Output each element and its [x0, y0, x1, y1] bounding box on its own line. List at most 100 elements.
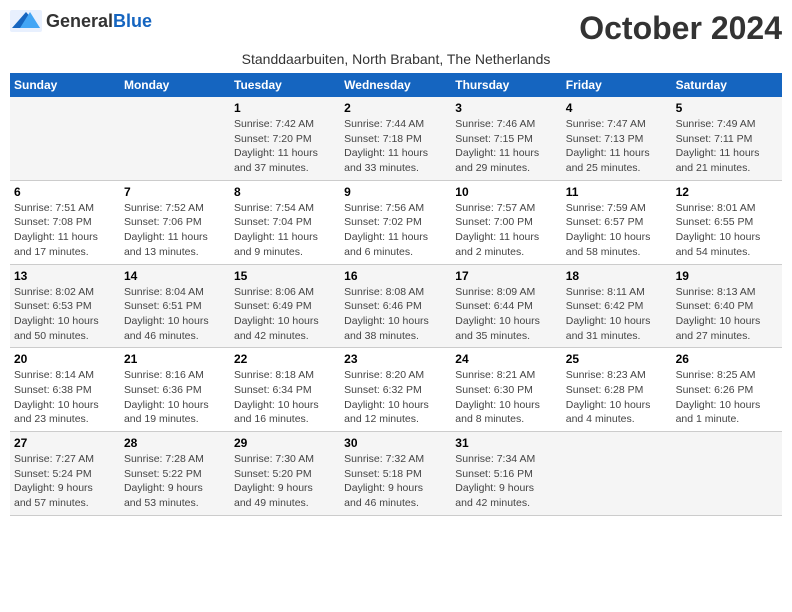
day-info: Sunrise: 7:28 AM Sunset: 5:22 PM Dayligh… [124, 452, 226, 511]
day-number: 9 [344, 185, 447, 199]
day-number: 21 [124, 352, 226, 366]
calendar-cell: 16Sunrise: 8:08 AM Sunset: 6:46 PM Dayli… [340, 264, 451, 348]
day-number: 11 [566, 185, 668, 199]
calendar-cell: 28 Sunrise: 7:28 AM Sunset: 5:22 PM Dayli… [120, 432, 230, 516]
calendar-cell: 21Sunrise: 8:16 AM Sunset: 6:36 PM Dayli… [120, 348, 230, 432]
day-number: 1 [234, 101, 336, 115]
calendar-cell: 11 Sunrise: 7:59 AM Sunset: 6:57 PM Dayli… [562, 180, 672, 264]
calendar-body: 1Sunrise: 7:42 AM Sunset: 7:20 PM Daylig… [10, 97, 782, 515]
calendar-cell: 5Sunrise: 7:49 AM Sunset: 7:11 PM Daylig… [672, 97, 782, 180]
weekday-header-saturday: Saturday [672, 73, 782, 97]
calendar-cell: 6 Sunrise: 7:51 AM Sunset: 7:08 PM Daylig… [10, 180, 120, 264]
day-info: Sunrise: 8:18 AM Sunset: 6:34 PM Dayligh… [234, 368, 336, 427]
calendar-week-1: 1Sunrise: 7:42 AM Sunset: 7:20 PM Daylig… [10, 97, 782, 180]
weekday-header-friday: Friday [562, 73, 672, 97]
weekday-header-wednesday: Wednesday [340, 73, 451, 97]
calendar-cell [672, 432, 782, 516]
day-info: Sunrise: 7:47 AM Sunset: 7:13 PM Dayligh… [566, 117, 668, 176]
calendar-cell [562, 432, 672, 516]
day-number: 23 [344, 352, 447, 366]
day-info: Sunrise: 7:54 AM Sunset: 7:04 PM Dayligh… [234, 201, 336, 260]
day-info: Sunrise: 7:27 AM Sunset: 5:24 PM Dayligh… [14, 452, 116, 511]
calendar-cell: 29 Sunrise: 7:30 AM Sunset: 5:20 PM Dayli… [230, 432, 340, 516]
day-number: 3 [455, 101, 557, 115]
day-info: Sunrise: 8:23 AM Sunset: 6:28 PM Dayligh… [566, 368, 668, 427]
calendar-header: SundayMondayTuesdayWednesdayThursdayFrid… [10, 73, 782, 97]
calendar-week-2: 6 Sunrise: 7:51 AM Sunset: 7:08 PM Daylig… [10, 180, 782, 264]
logo-blue-text: Blue [113, 11, 152, 31]
day-info: Sunrise: 8:21 AM Sunset: 6:30 PM Dayligh… [455, 368, 557, 427]
calendar-cell: 31 Sunrise: 7:34 AM Sunset: 5:16 PM Dayli… [451, 432, 561, 516]
calendar-cell: 9 Sunrise: 7:56 AM Sunset: 7:02 PM Daylig… [340, 180, 451, 264]
calendar-cell: 20 Sunrise: 8:14 AM Sunset: 6:38 PM Dayli… [10, 348, 120, 432]
calendar-cell: 12 Sunrise: 8:01 AM Sunset: 6:55 PM Dayli… [672, 180, 782, 264]
calendar-cell: 7 Sunrise: 7:52 AM Sunset: 7:06 PM Daylig… [120, 180, 230, 264]
day-info: Sunrise: 7:44 AM Sunset: 7:18 PM Dayligh… [344, 117, 447, 176]
day-info: Sunrise: 7:34 AM Sunset: 5:16 PM Dayligh… [455, 452, 557, 511]
calendar-cell [10, 97, 120, 180]
calendar-cell: 25 Sunrise: 8:23 AM Sunset: 6:28 PM Dayli… [562, 348, 672, 432]
day-info: Sunrise: 8:09 AM Sunset: 6:44 PM Dayligh… [455, 285, 557, 344]
calendar-cell: 27 Sunrise: 7:27 AM Sunset: 5:24 PM Dayli… [10, 432, 120, 516]
calendar-cell: 26Sunrise: 8:25 AM Sunset: 6:26 PM Dayli… [672, 348, 782, 432]
day-number: 24 [455, 352, 557, 366]
day-number: 7 [124, 185, 226, 199]
day-number: 31 [455, 436, 557, 450]
day-number: 27 [14, 436, 116, 450]
day-info: Sunrise: 7:46 AM Sunset: 7:15 PM Dayligh… [455, 117, 557, 176]
header-row: SundayMondayTuesdayWednesdayThursdayFrid… [10, 73, 782, 97]
day-info: Sunrise: 7:30 AM Sunset: 5:20 PM Dayligh… [234, 452, 336, 511]
calendar-table: SundayMondayTuesdayWednesdayThursdayFrid… [10, 73, 782, 516]
subtitle: Standdaarbuiten, North Brabant, The Neth… [10, 51, 782, 67]
day-number: 2 [344, 101, 447, 115]
calendar-cell: 23 Sunrise: 8:20 AM Sunset: 6:32 PM Dayli… [340, 348, 451, 432]
day-info: Sunrise: 7:59 AM Sunset: 6:57 PM Dayligh… [566, 201, 668, 260]
calendar-cell: 13 Sunrise: 8:02 AM Sunset: 6:53 PM Dayli… [10, 264, 120, 348]
day-info: Sunrise: 8:20 AM Sunset: 6:32 PM Dayligh… [344, 368, 447, 427]
day-info: Sunrise: 7:57 AM Sunset: 7:00 PM Dayligh… [455, 201, 557, 260]
day-number: 29 [234, 436, 336, 450]
day-info: Sunrise: 8:06 AM Sunset: 6:49 PM Dayligh… [234, 285, 336, 344]
month-title: October 2024 [579, 10, 782, 47]
day-number: 26 [676, 352, 778, 366]
weekday-header-thursday: Thursday [451, 73, 561, 97]
day-info: Sunrise: 8:02 AM Sunset: 6:53 PM Dayligh… [14, 285, 116, 344]
day-info: Sunrise: 8:13 AM Sunset: 6:40 PM Dayligh… [676, 285, 778, 344]
day-info: Sunrise: 7:49 AM Sunset: 7:11 PM Dayligh… [676, 117, 778, 176]
day-info: Sunrise: 8:11 AM Sunset: 6:42 PM Dayligh… [566, 285, 668, 344]
calendar-week-5: 27 Sunrise: 7:27 AM Sunset: 5:24 PM Dayli… [10, 432, 782, 516]
calendar-cell: 19 Sunrise: 8:13 AM Sunset: 6:40 PM Dayli… [672, 264, 782, 348]
day-number: 14 [124, 269, 226, 283]
calendar-cell [120, 97, 230, 180]
day-info: Sunrise: 7:56 AM Sunset: 7:02 PM Dayligh… [344, 201, 447, 260]
day-number: 10 [455, 185, 557, 199]
day-number: 19 [676, 269, 778, 283]
day-info: Sunrise: 7:51 AM Sunset: 7:08 PM Dayligh… [14, 201, 116, 260]
calendar-cell: 15Sunrise: 8:06 AM Sunset: 6:49 PM Dayli… [230, 264, 340, 348]
logo: GeneralBlue [10, 10, 152, 32]
day-info: Sunrise: 8:14 AM Sunset: 6:38 PM Dayligh… [14, 368, 116, 427]
calendar-cell: 8 Sunrise: 7:54 AM Sunset: 7:04 PM Daylig… [230, 180, 340, 264]
day-info: Sunrise: 8:04 AM Sunset: 6:51 PM Dayligh… [124, 285, 226, 344]
weekday-header-monday: Monday [120, 73, 230, 97]
day-number: 20 [14, 352, 116, 366]
calendar-cell: 14 Sunrise: 8:04 AM Sunset: 6:51 PM Dayli… [120, 264, 230, 348]
day-number: 12 [676, 185, 778, 199]
day-number: 25 [566, 352, 668, 366]
calendar-cell: 3 Sunrise: 7:46 AM Sunset: 7:15 PM Daylig… [451, 97, 561, 180]
day-number: 8 [234, 185, 336, 199]
day-number: 6 [14, 185, 116, 199]
day-info: Sunrise: 7:52 AM Sunset: 7:06 PM Dayligh… [124, 201, 226, 260]
day-info: Sunrise: 8:01 AM Sunset: 6:55 PM Dayligh… [676, 201, 778, 260]
day-number: 18 [566, 269, 668, 283]
day-number: 28 [124, 436, 226, 450]
calendar-week-4: 20 Sunrise: 8:14 AM Sunset: 6:38 PM Dayli… [10, 348, 782, 432]
calendar-cell: 10 Sunrise: 7:57 AM Sunset: 7:00 PM Dayli… [451, 180, 561, 264]
day-number: 30 [344, 436, 447, 450]
day-number: 13 [14, 269, 116, 283]
weekday-header-sunday: Sunday [10, 73, 120, 97]
day-number: 22 [234, 352, 336, 366]
day-info: Sunrise: 7:32 AM Sunset: 5:18 PM Dayligh… [344, 452, 447, 511]
calendar-cell: 17 Sunrise: 8:09 AM Sunset: 6:44 PM Dayli… [451, 264, 561, 348]
day-number: 17 [455, 269, 557, 283]
